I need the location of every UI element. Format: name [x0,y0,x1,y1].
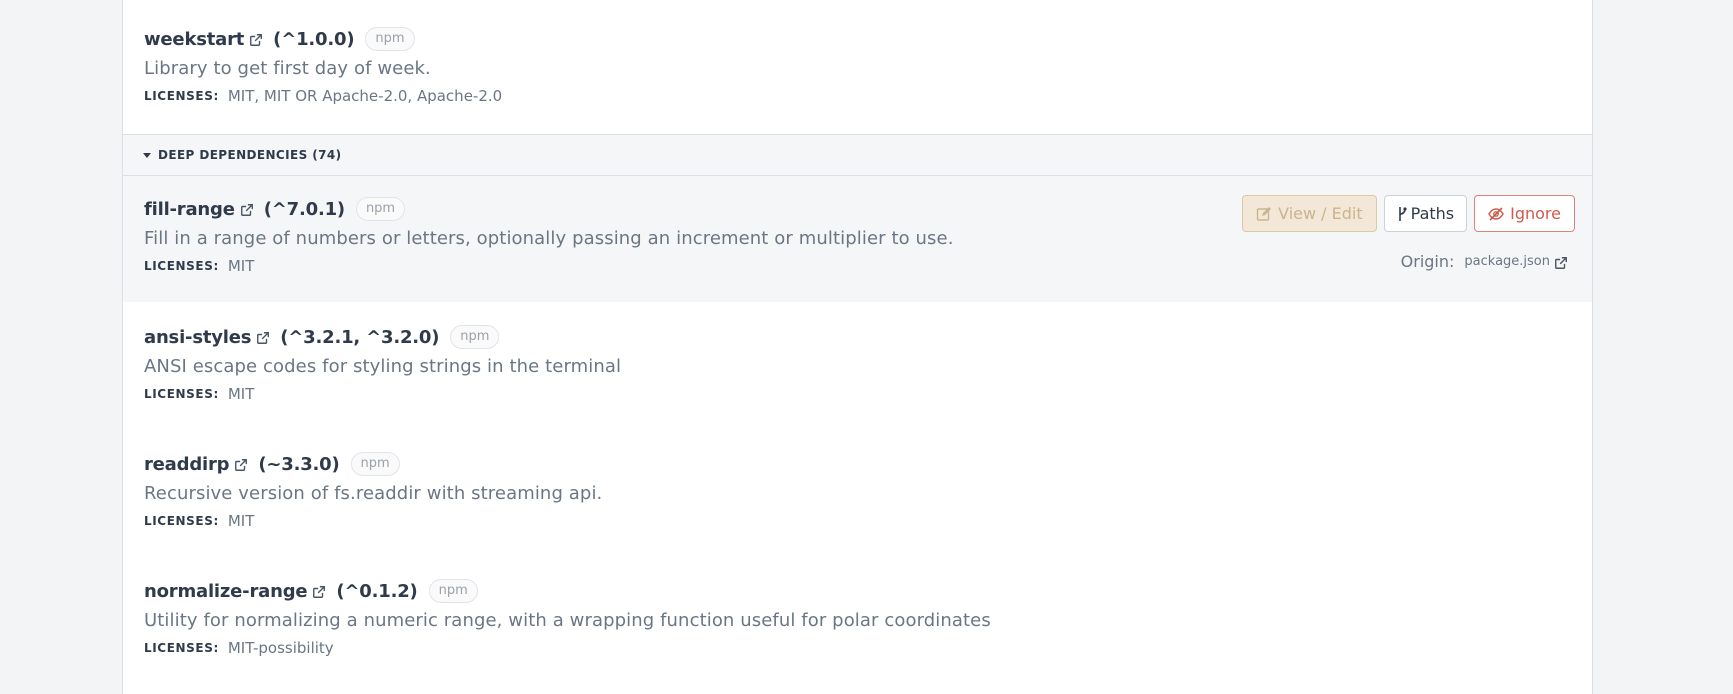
external-link-icon[interactable] [256,331,270,345]
dependency-description: ANSI escape codes for styling strings in… [144,356,622,377]
view-edit-label: View / Edit [1278,204,1363,223]
package-manager-badge: npm [350,452,400,476]
dependency-name[interactable]: normalize-range [144,581,308,602]
ignore-label: Ignore [1510,204,1561,223]
paths-button[interactable]: Paths [1383,195,1468,232]
ignore-button[interactable]: Ignore [1474,195,1575,232]
deep-dependencies-header[interactable]: DEEP DEPENDENCIES (74) [123,134,1592,176]
dependency-description: Library to get first day of week. [144,58,431,79]
dependency-item: fill-range (^7.0.1) npm Fill in a range … [123,176,1592,302]
dependency-version: (^0.1.2) [336,580,418,602]
dependency-item: normalize-range (^0.1.2) npm Utility for… [123,578,1592,657]
external-link-icon[interactable] [249,33,263,47]
dependency-list-panel: weekstart (^1.0.0) npm Library to get fi… [122,0,1593,694]
dependency-name[interactable]: ansi-styles [144,327,251,348]
external-link-icon[interactable] [1554,256,1568,270]
licenses-label: LICENSES: [144,387,219,401]
dependency-name[interactable]: readdirp [144,454,230,475]
edit-icon [1256,206,1272,222]
dependency-item: readdirp (~3.3.0) npm Recursive version … [123,451,1592,530]
dependency-version: (^3.2.1, ^3.2.0) [280,326,440,348]
licenses-value: MIT, MIT OR Apache-2.0, Apache-2.0 [227,87,503,105]
dependency-name[interactable]: fill-range [144,199,235,220]
caret-down-icon [143,152,151,158]
paths-label: Paths [1410,204,1455,223]
branch-icon [1397,206,1407,222]
dependency-description: Recursive version of fs.readdir with str… [144,483,603,504]
dependency-version: (^7.0.1) [263,198,345,220]
package-manager-badge: npm [450,325,500,349]
licenses-label: LICENSES: [144,641,219,655]
licenses-label: LICENSES: [144,514,219,528]
dependency-description: Utility for normalizing a numeric range,… [144,610,991,631]
view-edit-button[interactable]: View / Edit [1242,195,1377,232]
package-manager-badge: npm [355,197,406,221]
licenses-value: MIT [227,257,255,275]
external-link-icon[interactable] [234,458,248,472]
dependency-item: ansi-styles (^3.2.1, ^3.2.0) npm ANSI es… [123,324,1592,403]
eye-slash-icon [1488,206,1504,222]
licenses-value: MIT [227,512,255,530]
licenses-value: MIT [227,385,255,403]
package-manager-badge: npm [365,27,415,51]
licenses-label: LICENSES: [144,89,219,103]
package-manager-badge: npm [428,579,478,603]
dependency-version: (~3.3.0) [258,453,340,475]
origin-info: Origin: package.json [1401,252,1568,271]
section-label: DEEP DEPENDENCIES (74) [158,148,342,162]
licenses-label: LICENSES: [144,259,219,273]
external-link-icon[interactable] [240,203,254,217]
dependency-item: weekstart (^1.0.0) npm Library to get fi… [123,26,1592,105]
external-link-icon[interactable] [312,585,326,599]
dependency-version: (^1.0.0) [273,28,355,50]
dependency-actions: View / Edit Paths Ignore [1242,195,1575,232]
dependency-name[interactable]: weekstart [144,29,244,50]
origin-link[interactable]: package.json [1464,254,1550,269]
origin-label: Origin: [1400,252,1455,271]
licenses-value: MIT-possibility [227,639,334,657]
